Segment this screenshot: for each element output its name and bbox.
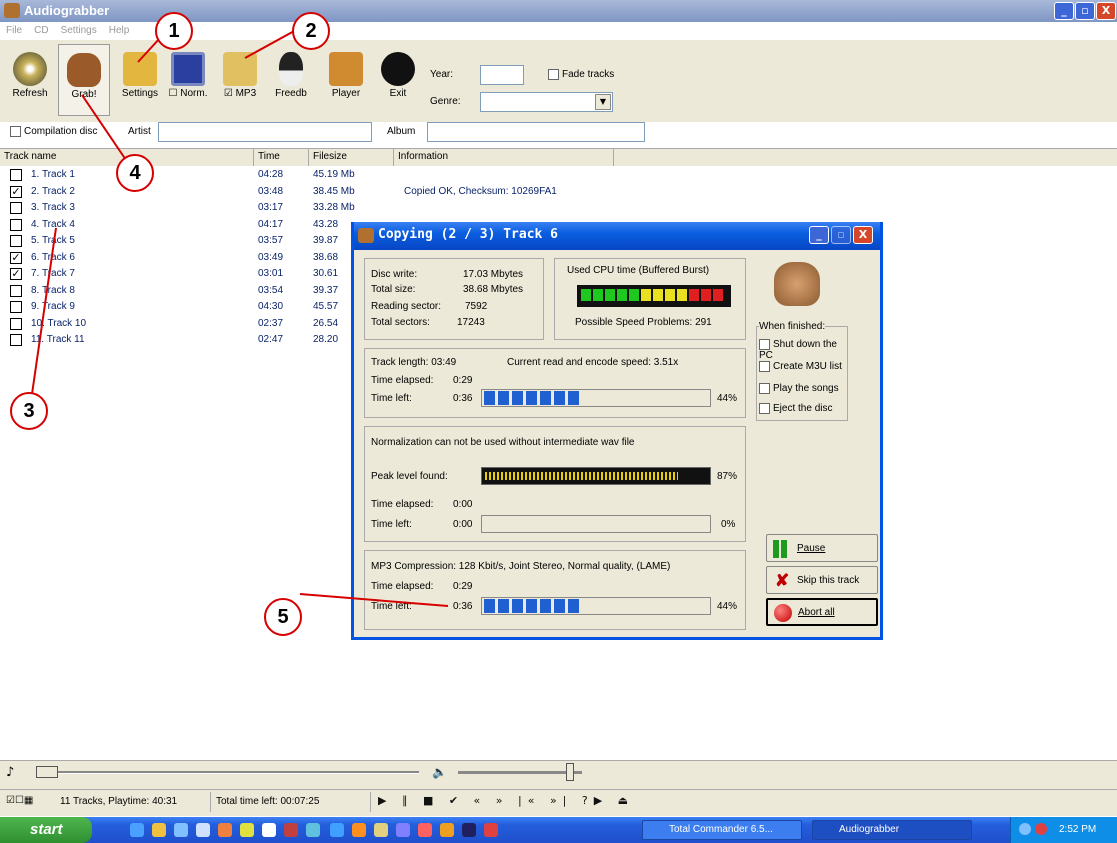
annotation-line-1 — [137, 37, 161, 63]
annotation-line-4 — [81, 94, 127, 161]
annotation-4: 4 — [116, 154, 154, 192]
annotation-line-3 — [31, 227, 57, 395]
audiograbber-window: Audiograbber _ ▫ X File CD Settings Help Re… — [0, 0, 1117, 843]
annotation-1: 1 — [155, 12, 193, 50]
annotation-lines — [31, 29, 449, 607]
annotation-line-2 — [244, 29, 297, 59]
annotation-5: 5 — [264, 598, 302, 636]
annotation-2: 2 — [292, 12, 330, 50]
annotation-3: 3 — [10, 392, 48, 430]
annotation-line-5 — [299, 593, 449, 607]
